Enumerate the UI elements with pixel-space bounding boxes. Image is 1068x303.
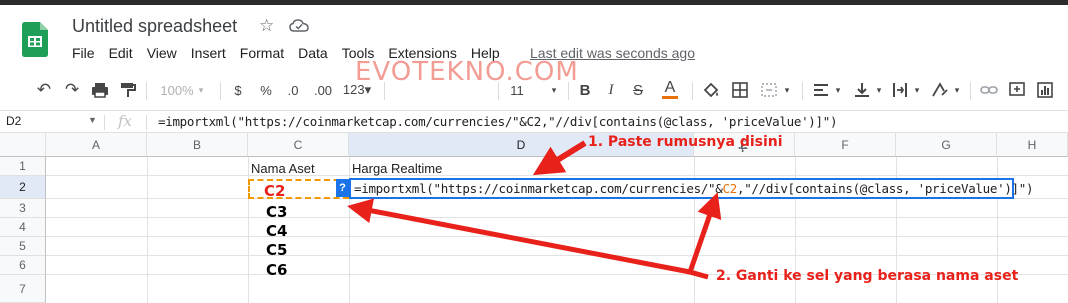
arrow-to-formula-ref (686, 192, 722, 280)
annotation-arrows (347, 140, 722, 280)
arrow-to-c2 (347, 198, 691, 275)
arrow-to-d2 (532, 140, 587, 176)
